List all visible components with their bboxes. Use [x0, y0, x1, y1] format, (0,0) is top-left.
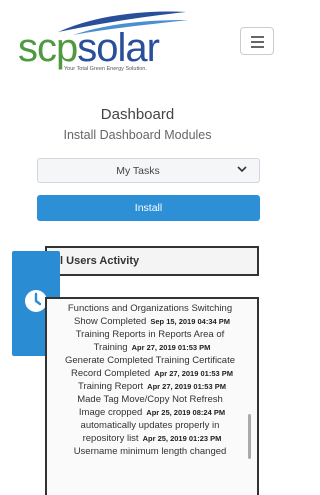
module-select-value: My Tasks: [116, 165, 160, 177]
activity-line: Functions and Organizations Switching: [67, 303, 233, 314]
logo-wordmark: scpsolar: [18, 26, 160, 70]
activity-line: Training Report Apr 27, 2019 01:53 PM: [78, 381, 226, 392]
activity-line: repository list Apr 25, 2019 01:23 PM: [82, 433, 222, 444]
page-subtitle: Install Dashboard Modules: [63, 128, 212, 142]
scp-solar-logo[interactable]: scpsolar Your Total Green Energy Solutio…: [18, 8, 193, 74]
activity-line: Training Apr 27, 2019 01:53 PM: [93, 342, 211, 353]
module-select[interactable]: My Tasks: [37, 158, 260, 183]
activity-line: Record Completed Apr 27, 2019 01:53 PM: [70, 368, 233, 379]
activity-line: Show Completed Sep 15, 2019 04:34 PM: [74, 316, 230, 327]
activity-line: Image cropped Apr 25, 2019 08:24 PM: [78, 407, 226, 418]
activity-line: Username minimum length changed: [73, 446, 227, 457]
activity-line: Made Tag Move/Copy Not Refresh: [77, 394, 223, 405]
install-button[interactable]: Install: [37, 195, 260, 221]
hamburger-icon-bar: [251, 46, 264, 48]
activity-line: Training Reports in Reports Area of: [75, 329, 225, 340]
feed-scrollbar[interactable]: [248, 414, 251, 459]
activity-feed[interactable]: Functions and Organizations Switching Sh…: [45, 297, 259, 495]
header: scpsolar Your Total Green Energy Solutio…: [0, 0, 275, 80]
chevron-down-icon: [237, 164, 247, 177]
activity-line: Generate Completed Training Certificate: [64, 355, 236, 366]
hamburger-icon: [251, 36, 264, 38]
activity-line: automatically updates properly in: [80, 420, 220, 431]
logo-tagline: Your Total Green Energy Solution.: [64, 66, 147, 72]
hamburger-icon-bar: [251, 41, 264, 43]
menu-toggle-button[interactable]: [240, 27, 274, 55]
page-title: Dashboard: [100, 106, 175, 123]
all-users-activity-heading: ll Users Activity: [45, 246, 259, 276]
